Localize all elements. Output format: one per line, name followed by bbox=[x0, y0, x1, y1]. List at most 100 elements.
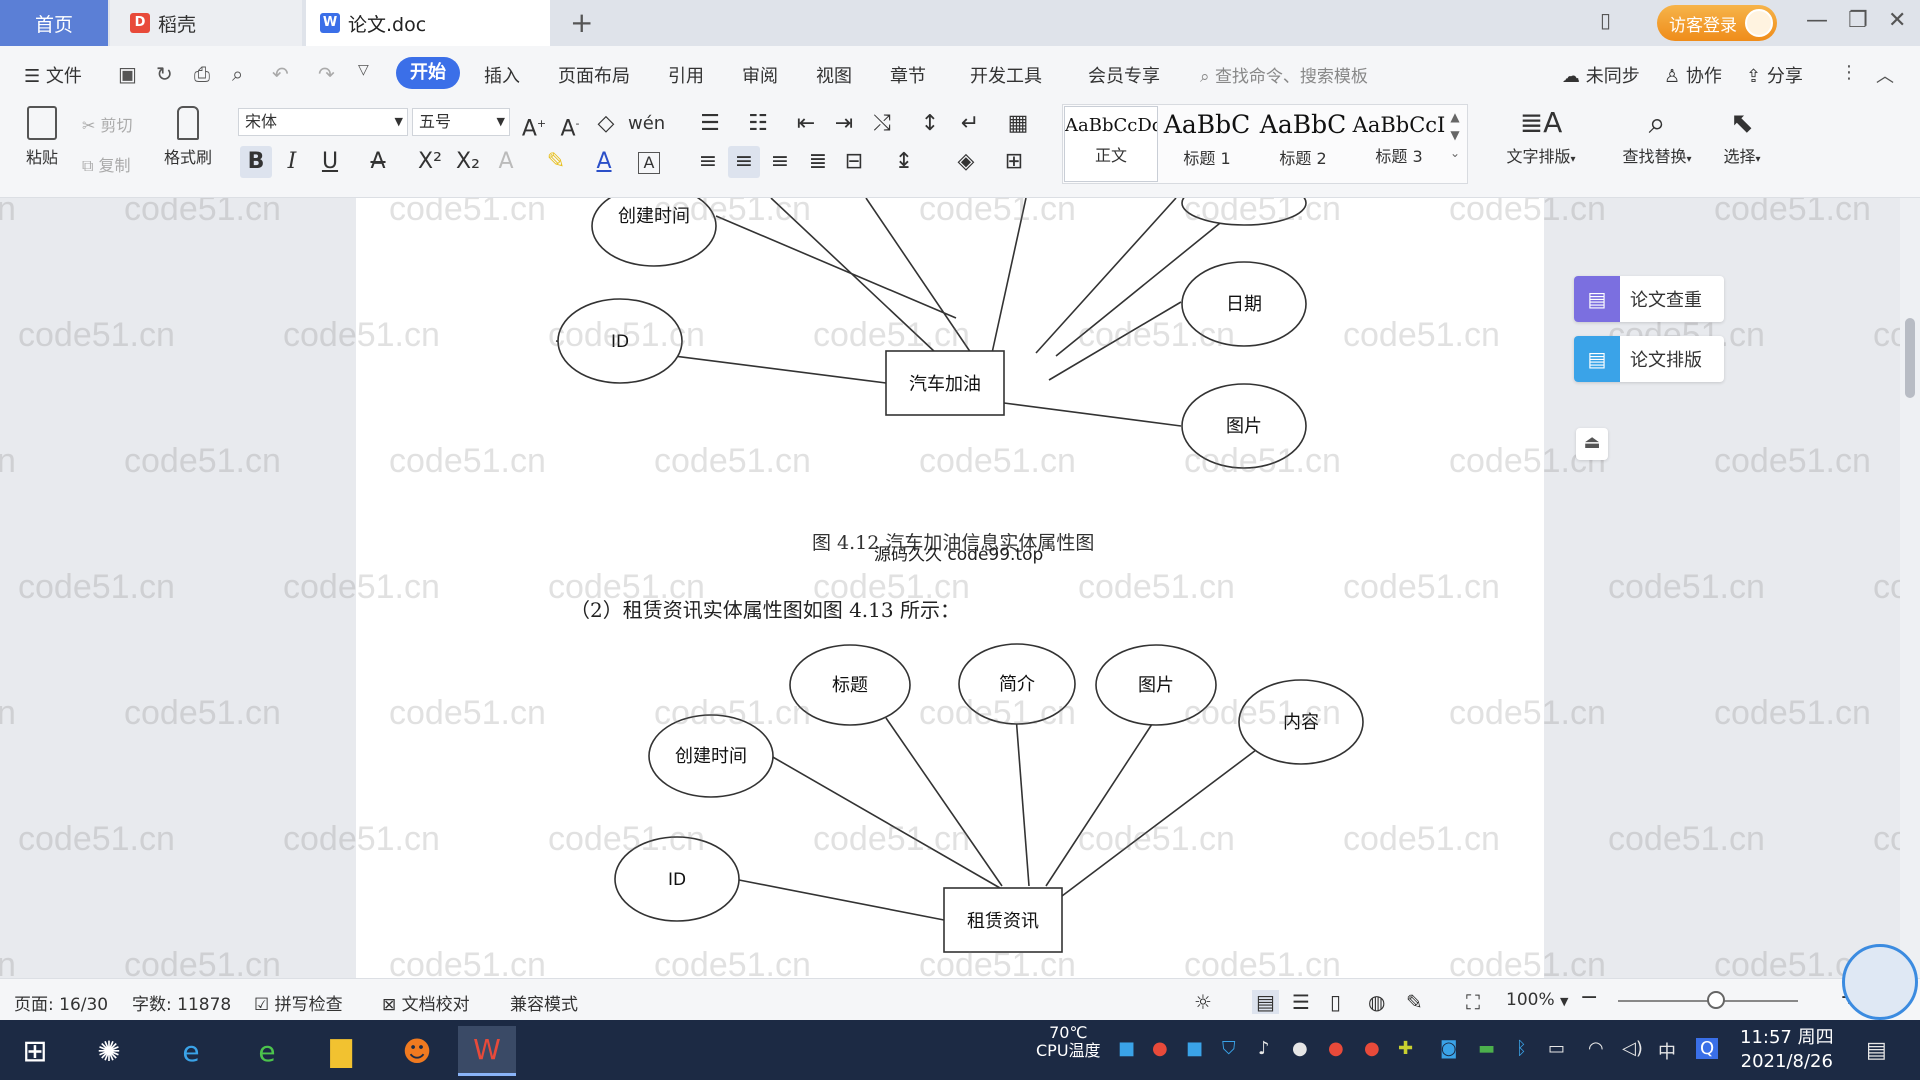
wifi-icon[interactable]: ◠ bbox=[1588, 1038, 1604, 1059]
style-heading-2[interactable]: AaBbC 标题 2 bbox=[1256, 106, 1350, 182]
system-clock[interactable]: 11:57 周四 2021/8/26 bbox=[1740, 1026, 1834, 1074]
superscript-icon[interactable]: X² bbox=[414, 146, 446, 178]
cpu-temperature[interactable]: 70℃ CPU温度 bbox=[1036, 1024, 1101, 1060]
text-effect-icon[interactable]: A bbox=[490, 146, 522, 178]
tray-qq2-icon[interactable]: ● bbox=[1328, 1038, 1344, 1059]
cut-button[interactable]: ✂ 剪切 bbox=[82, 112, 133, 136]
tray-shield-icon[interactable]: ⛉ bbox=[1222, 1038, 1236, 1059]
page-indicator[interactable]: 页面: 16/30 bbox=[14, 990, 108, 1015]
close-icon[interactable]: ✕ bbox=[1888, 8, 1906, 33]
tray-plus-icon[interactable]: ✚ bbox=[1398, 1038, 1413, 1059]
shading-icon[interactable]: ◈ bbox=[950, 146, 982, 178]
ie-browser-icon[interactable]: e bbox=[162, 1026, 220, 1076]
sync-button[interactable]: ☁ 未同步 bbox=[1562, 62, 1640, 88]
command-search[interactable]: ⌕ 查找命令、搜索模板 bbox=[1200, 62, 1368, 87]
clear-format-icon[interactable]: ◇ bbox=[590, 108, 622, 140]
app-mascot-icon[interactable]: ☻ bbox=[388, 1026, 446, 1076]
font-name-select[interactable]: 宋体 ▼ bbox=[238, 108, 408, 136]
tray-mascot-icon[interactable]: ● bbox=[1152, 1038, 1168, 1059]
reading-view-icon[interactable]: ▯ bbox=[1330, 990, 1341, 1014]
decrease-indent-icon[interactable]: ⇤ bbox=[790, 108, 822, 140]
tab-chapter[interactable]: 章节 bbox=[890, 62, 926, 88]
word-count[interactable]: 字数: 11878 bbox=[132, 990, 231, 1015]
find-replace-button[interactable]: ⌕ 查找替换▾ bbox=[1612, 106, 1702, 167]
new-tab-button[interactable]: + bbox=[570, 6, 593, 39]
print-icon[interactable]: ⎙ bbox=[194, 62, 210, 86]
table-icon[interactable]: ▦ bbox=[1002, 108, 1034, 140]
web-view-icon[interactable]: ◍ bbox=[1368, 990, 1385, 1014]
minimize-icon[interactable]: — bbox=[1806, 8, 1828, 33]
tab-daoke[interactable]: D 稻壳 bbox=[110, 0, 302, 46]
text-layout-button[interactable]: ≣A 文字排版▾ bbox=[1496, 106, 1586, 167]
scrollbar-thumb[interactable] bbox=[1905, 318, 1915, 398]
tab-references[interactable]: 引用 bbox=[668, 62, 704, 88]
line-break-icon[interactable]: ↵ bbox=[954, 108, 986, 140]
browser-360-icon[interactable]: e bbox=[238, 1026, 296, 1076]
tab-start[interactable]: 开始 bbox=[396, 57, 460, 89]
fit-page-icon[interactable]: ⛶ bbox=[1466, 990, 1480, 1014]
tab-insert[interactable]: 插入 bbox=[484, 62, 520, 88]
tray-network-app-icon[interactable]: ■ bbox=[1186, 1038, 1203, 1059]
font-color-icon[interactable]: A bbox=[588, 146, 620, 178]
distribute-icon[interactable]: ⊟ bbox=[838, 146, 870, 178]
document-area[interactable]: 汽车加油 创建时间 ID 日期 图片 租赁资讯 标题 简介 图片 内容 创建时间… bbox=[0, 198, 1900, 978]
style-normal[interactable]: AaBbCcDd 正文 bbox=[1064, 106, 1158, 182]
redo-icon[interactable]: ↷ bbox=[318, 62, 335, 86]
file-explorer-icon[interactable]: ▇ bbox=[312, 1026, 370, 1076]
zoom-out-icon[interactable]: − bbox=[1580, 985, 1598, 1010]
more-icon[interactable]: ⋮ bbox=[1840, 62, 1858, 83]
tray-gpu-icon[interactable]: ▬ bbox=[1478, 1038, 1495, 1059]
align-right-icon[interactable]: ≡ bbox=[764, 146, 796, 178]
windows-start-icon[interactable]: ⊞ bbox=[6, 1026, 64, 1076]
tray-app-icon[interactable]: ■ bbox=[1118, 1038, 1135, 1059]
tab-home[interactable]: 首页 bbox=[0, 0, 108, 46]
tab-review[interactable]: 审阅 bbox=[742, 62, 778, 88]
strikethrough-icon[interactable]: A bbox=[362, 146, 394, 178]
tray-bell-icon[interactable]: ♪ bbox=[1258, 1038, 1270, 1059]
volume-icon[interactable]: ◁) bbox=[1622, 1038, 1643, 1059]
assistant-robot-icon[interactable] bbox=[1842, 944, 1918, 1020]
tray-qq-icon[interactable]: ● bbox=[1292, 1038, 1308, 1059]
tab-view[interactable]: 视图 bbox=[816, 62, 852, 88]
wps-office-icon[interactable]: W bbox=[458, 1026, 516, 1076]
line-spacing-icon[interactable]: ↨ bbox=[888, 146, 920, 178]
input-method-icon[interactable]: Q bbox=[1696, 1038, 1719, 1059]
numbered-list-icon[interactable]: ☷ bbox=[742, 108, 774, 140]
outline-view-icon[interactable]: ☰ bbox=[1292, 990, 1310, 1014]
sort-icon[interactable]: ↕ bbox=[914, 108, 946, 140]
window-layout-icon[interactable]: ▯ bbox=[1600, 8, 1611, 32]
panel-collapse-icon[interactable]: ⏏ bbox=[1576, 428, 1608, 460]
thesis-layout-button[interactable]: ▤ 论文排版 bbox=[1574, 336, 1724, 382]
ime-indicator[interactable]: 中 bbox=[1658, 1038, 1676, 1064]
tab-document[interactable]: W 论文.doc bbox=[306, 0, 550, 46]
undo-icon[interactable]: ↶ bbox=[272, 62, 289, 86]
tab-developer[interactable]: 开发工具 bbox=[970, 62, 1042, 88]
share-button[interactable]: ⇪ 分享 bbox=[1746, 62, 1803, 88]
spell-check-button[interactable]: ☑ 拼写检查 bbox=[254, 990, 343, 1015]
guest-login-button[interactable]: 访客登录 bbox=[1657, 5, 1777, 41]
body-paragraph[interactable]: （2）租赁资讯实体属性图如图 4.13 所示： bbox=[570, 594, 960, 623]
style-scroll-icon[interactable]: ▲ ▼ ⌄ bbox=[1450, 108, 1460, 162]
tab-member[interactable]: 会员专享 bbox=[1088, 62, 1160, 88]
underline-icon[interactable]: U bbox=[314, 146, 346, 178]
paste-button[interactable]: 粘贴 bbox=[14, 106, 70, 168]
text-direction-icon[interactable]: ⤭ bbox=[866, 108, 898, 140]
vertical-scrollbar[interactable] bbox=[1900, 198, 1920, 978]
bullet-list-icon[interactable]: ☰ bbox=[694, 108, 726, 140]
bluetooth-icon[interactable]: ᛒ bbox=[1516, 1038, 1527, 1059]
grow-font-icon[interactable]: A+ bbox=[518, 108, 550, 141]
tab-page-layout[interactable]: 页面布局 bbox=[558, 62, 630, 88]
zoom-level[interactable]: 100% ▼ bbox=[1506, 990, 1568, 1010]
document-page[interactable]: 汽车加油 创建时间 ID 日期 图片 租赁资讯 标题 简介 图片 内容 创建时间… bbox=[356, 198, 1544, 978]
subscript-icon[interactable]: X₂ bbox=[452, 146, 484, 178]
font-size-select[interactable]: 五号 ▼ bbox=[412, 108, 510, 136]
tray-app2-icon[interactable]: ◙ bbox=[1440, 1038, 1457, 1059]
format-painter-button[interactable]: 格式刷 bbox=[160, 106, 216, 168]
restore-icon[interactable]: ❐ bbox=[1848, 8, 1868, 33]
save-icon[interactable]: ▣ bbox=[118, 62, 137, 86]
increase-indent-icon[interactable]: ⇥ bbox=[828, 108, 860, 140]
tray-qq3-icon[interactable]: ● bbox=[1364, 1038, 1380, 1059]
collab-button[interactable]: ♙ 协作 bbox=[1664, 62, 1722, 88]
style-heading-3[interactable]: AaBbCcI 标题 3 bbox=[1352, 106, 1446, 182]
align-center-icon[interactable]: ≡ bbox=[728, 146, 760, 178]
